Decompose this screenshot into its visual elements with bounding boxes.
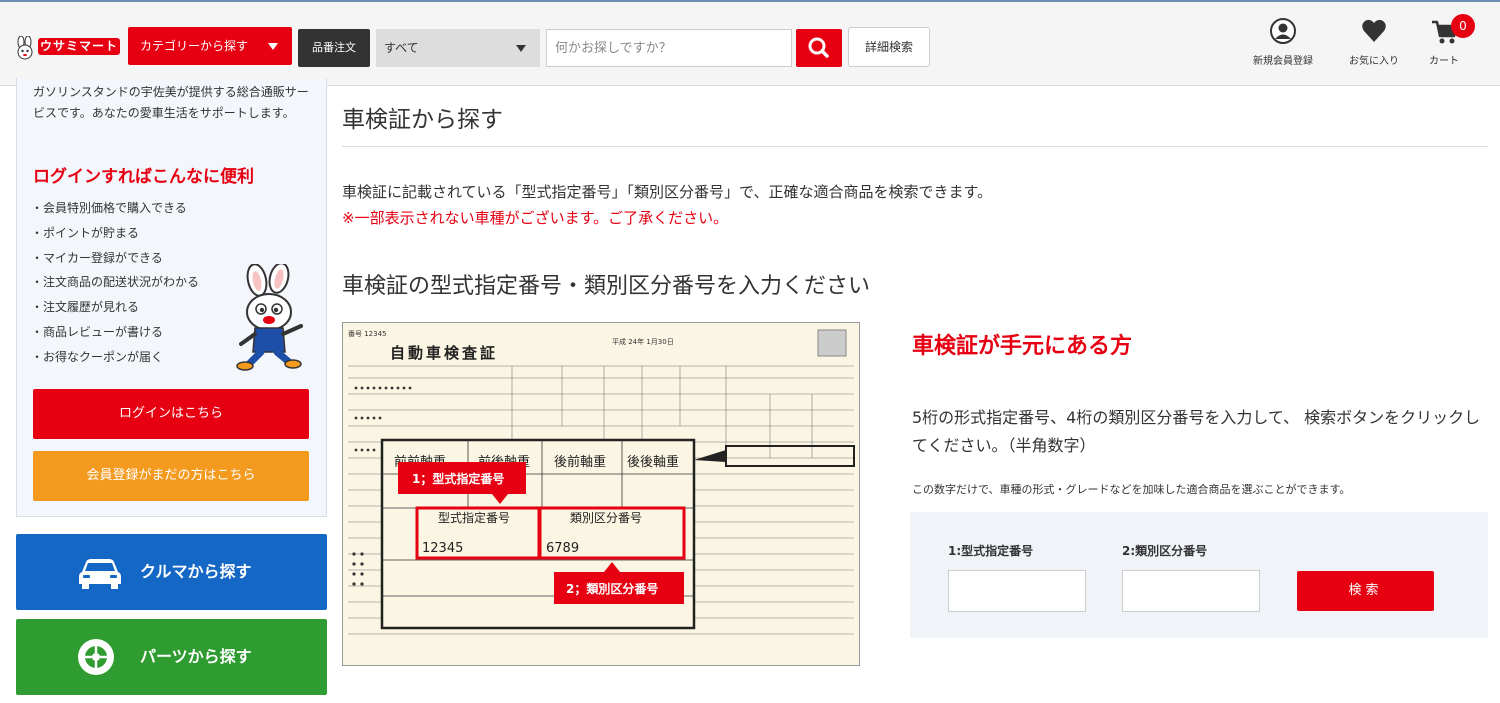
login-benefits-heading: ログインすればこんなに便利 [33, 167, 254, 187]
detail-search-button[interactable]: 詳細検索 [848, 27, 930, 67]
field2-label: 類別区分番号 [570, 511, 642, 525]
benefit-item: ・マイカー登録ができる [31, 250, 163, 265]
input-instruction: 5桁の形式指定番号、4桁の類別区分番号を入力して、 検索ボタンをクリックしてくだ… [912, 408, 1481, 455]
search-by-car-label: クルマから探す [140, 562, 252, 581]
col-rear-rear: 後後軸重 [627, 454, 679, 470]
rabbit-logo-icon [17, 36, 33, 60]
login-button[interactable]: ログインはこちら [33, 389, 309, 439]
heart-icon [1362, 19, 1386, 42]
matching-note: この数字だけで、車種の形式・グレードなどを加味した適合商品を選ぶことができます。 [912, 483, 1351, 496]
page-title: 車検証から探す [342, 107, 503, 133]
field1-value: 12345 [422, 541, 463, 556]
tire-icon [78, 639, 114, 675]
page-description: 車検証に記載されている「型式指定番号」「類別区分番号」で、正確な適合商品を検索で… [342, 183, 992, 201]
search-scope-select[interactable]: すべて [376, 29, 540, 67]
favorites-link[interactable]: お気に入り [1334, 18, 1414, 72]
benefit-item: ・会員特別価格で購入できる [31, 201, 187, 215]
favorites-label: お気に入り [1349, 56, 1399, 67]
search-icon [808, 37, 829, 58]
certificate-date: 平成 24年 1月30日 [612, 337, 674, 346]
benefit-item: ・ポイントが貯まる [31, 225, 140, 240]
callout-type-number: 1；型式指定番号 [412, 471, 504, 486]
callout-category-number: 2；類別区分番号 [566, 581, 658, 596]
user-icon [1270, 18, 1296, 44]
benefit-item: ・注文履歴が見れる [31, 300, 140, 315]
type-number-input[interactable] [948, 570, 1086, 612]
search-button[interactable] [796, 29, 842, 67]
search-scope-value: すべて [384, 41, 419, 55]
login-benefits-panel: ガソリンスタンドの宇佐美が提供する総合通販サービスです。あなたの愛車生活をサポー… [16, 78, 327, 517]
part-number-order-button[interactable]: 品番注文 [298, 29, 370, 67]
car-icon [79, 559, 121, 589]
service-intro-text: ガソリンスタンドの宇佐美が提供する総合通販サービスです。あなたの愛車生活をサポー… [33, 85, 309, 120]
certificate-title: 自動車検査証 [390, 344, 498, 362]
warning-note: ※一部表示されない車種がございます。ご了承ください。 [342, 209, 729, 227]
vehicle-certificate-illustration: 番号 12345 自動車検査証 平成 24年 1月30日 後前軸重 後後軸重 型… [342, 322, 860, 666]
register-label: 新規会員登録 [1253, 56, 1313, 67]
have-certificate-heading: 車検証が手元にある方 [912, 334, 1133, 359]
cart-label: カート [1429, 56, 1459, 67]
rabbit-mascot-icon [236, 264, 303, 371]
register-link[interactable]: 新規会員登録 [1243, 18, 1323, 72]
search-input[interactable] [546, 29, 792, 67]
chevron-down-icon [268, 43, 278, 50]
category-number-input[interactable] [1122, 570, 1260, 612]
logo-wordmark: ウサミマート [38, 38, 120, 55]
search-by-parts-button[interactable]: パーツから探す [16, 619, 327, 695]
certificate-search-form: 1:型式指定番号 2:類別区分番号 検索 [910, 512, 1488, 638]
site-logo[interactable]: ウサミマート [14, 34, 122, 64]
certificate-search-button[interactable]: 検索 [1297, 571, 1434, 611]
field1-label: 型式指定番号 [438, 510, 510, 525]
benefit-item: ・注文商品の配送状況がわかる [31, 275, 200, 290]
search-by-car-button[interactable]: クルマから探す [16, 534, 327, 610]
certificate-number: 番号 12345 [348, 330, 387, 338]
field2-value: 6789 [546, 541, 579, 556]
search-by-parts-label: パーツから探す [140, 647, 252, 666]
benefit-list: ・会員特別価格で購入できる ・ポイントが貯まる ・マイカー登録ができる ・注文商… [31, 196, 199, 370]
col-rear-front: 後前軸重 [554, 454, 606, 470]
category-search-button[interactable]: カテゴリーから探す [128, 27, 292, 65]
title-divider [342, 146, 1488, 147]
benefit-item: ・お得なクーポンが届く [31, 349, 164, 364]
cart-count-badge: 0 [1451, 14, 1475, 38]
category-number-label: 2:類別区分番号 [1122, 544, 1208, 558]
register-button[interactable]: 会員登録がまだの方はこちら [33, 451, 309, 501]
section-title: 車検証の型式指定番号・類別区分番号を入力ください [342, 274, 871, 299]
chevron-down-icon [516, 45, 526, 52]
benefit-item: ・商品レビューが書ける [31, 324, 164, 339]
type-number-label: 1:型式指定番号 [948, 544, 1034, 558]
category-search-label: カテゴリーから探す [140, 39, 249, 53]
site-header: ウサミマート カテゴリーから探す 品番注文 すべて 詳細検索 新規会員登録 お気… [0, 0, 1500, 86]
